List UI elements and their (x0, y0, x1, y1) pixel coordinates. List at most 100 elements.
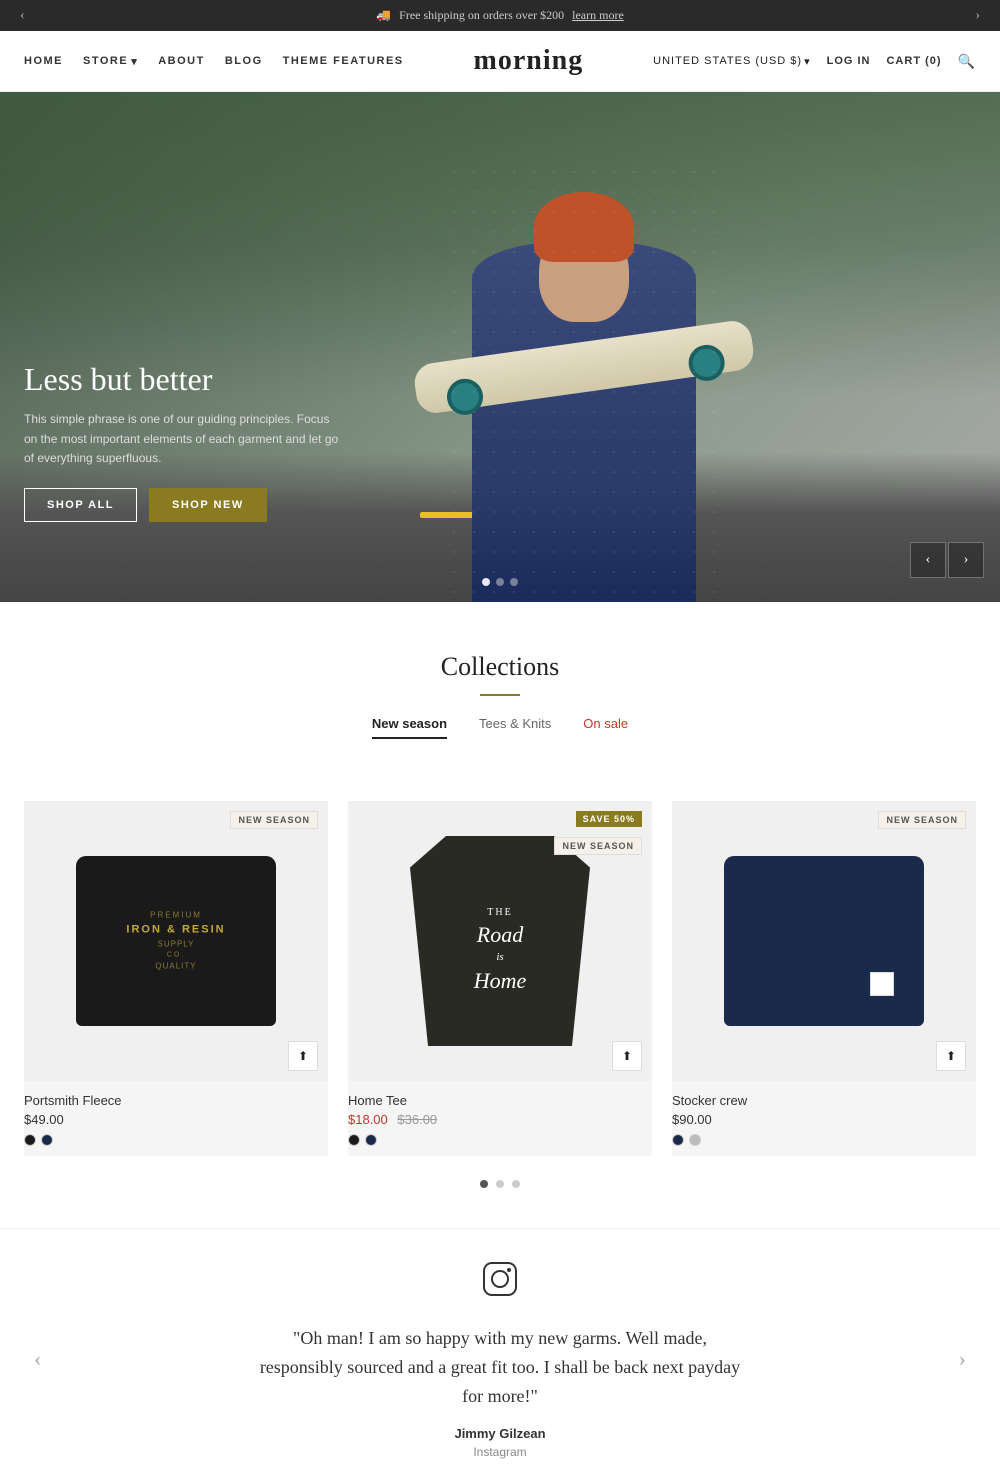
color-swatches-stocker (672, 1134, 976, 1146)
product-card-portsmith: PREMIUM IRON & RESIN SUPPLY CO. QUALITY … (24, 801, 328, 1156)
hero-dot-1[interactable] (482, 578, 490, 586)
hero-dot-3[interactable] (510, 578, 518, 586)
tee-image-dark: THE Road is Home (410, 836, 590, 1046)
instagram-icon-wrap (84, 1259, 916, 1304)
nav-left: HOME STORE ▾ ABOUT BLOG THEME FEATURES (24, 55, 404, 68)
product-price-home-tee: $18.00 $36.00 (348, 1112, 652, 1127)
badge-new-season-portsmith: NEW SEASON (230, 811, 318, 829)
hero-title: Less but better (24, 360, 344, 398)
announcement-prev-arrow[interactable]: ‹ (20, 8, 25, 24)
hero-pagination-dots (482, 578, 518, 586)
collections-title: Collections (24, 652, 976, 682)
collections-underline-decoration (480, 694, 520, 696)
nav-link-home[interactable]: HOME (24, 55, 63, 67)
sale-price-home-tee: $18.00 (348, 1112, 388, 1127)
product-card-home-tee: THE Road is Home SAVE 50% NEW SEASON ⬆ H… (348, 801, 652, 1156)
search-icon[interactable]: 🔍 (958, 53, 976, 70)
announcement-link[interactable]: learn more (572, 8, 624, 23)
announcement-next-arrow[interactable]: › (975, 8, 980, 24)
share-button-home-tee[interactable]: ⬆ (612, 1041, 642, 1071)
country-selector[interactable]: UNITED STATES (USD $) ▾ (653, 55, 810, 68)
testimonial-next-arrow[interactable]: › (959, 1346, 966, 1372)
product-name-portsmith: Portsmith Fleece (24, 1093, 328, 1108)
swatch-black-tee[interactable] (348, 1134, 360, 1146)
hero-dot-2[interactable] (496, 578, 504, 586)
instagram-section: ‹ "Oh man! I am so happy with my new gar… (0, 1228, 1000, 1479)
brand-logo[interactable]: morning (474, 45, 584, 77)
share-icon-tee: ⬆ (622, 1049, 632, 1064)
shop-new-button[interactable]: SHOP NEW (149, 488, 267, 522)
tab-new-season[interactable]: New season (372, 716, 447, 739)
products-grid: PREMIUM IRON & RESIN SUPPLY CO. QUALITY … (0, 801, 1000, 1156)
testimonial-content: "Oh man! I am so happy with my new garms… (24, 1259, 976, 1459)
pagination-dot-3[interactable] (512, 1180, 520, 1188)
testimonial-author: Jimmy Gilzean (84, 1426, 916, 1441)
sweater-image-navy (724, 856, 924, 1026)
product-image-portsmith[interactable]: PREMIUM IRON & RESIN SUPPLY CO. QUALITY … (24, 801, 328, 1081)
instagram-handle: Instagram (84, 1445, 916, 1459)
shop-all-button[interactable]: SHOP ALL (24, 488, 137, 522)
hero-next-arrow[interactable]: › (948, 542, 984, 578)
product-info-stocker: Stocker crew $90.00 (672, 1081, 976, 1156)
badge-save-home-tee: SAVE 50% (576, 811, 642, 827)
hero-description: This simple phrase is one of our guiding… (24, 410, 344, 468)
login-link[interactable]: LOG IN (827, 55, 871, 67)
instagram-icon (480, 1259, 520, 1299)
nav-link-blog[interactable]: BLOG (225, 55, 263, 67)
sweater-image-black: PREMIUM IRON & RESIN SUPPLY CO. QUALITY (76, 856, 276, 1026)
share-icon: ⬆ (298, 1049, 308, 1064)
hero-prev-arrow[interactable]: ‹ (910, 542, 946, 578)
hero-buttons: SHOP ALL SHOP NEW (24, 488, 344, 522)
hero-person-figure (444, 162, 724, 602)
swatch-grey-stocker[interactable] (689, 1134, 701, 1146)
share-icon-stocker: ⬆ (946, 1049, 956, 1064)
badge-new-season-home-tee: NEW SEASON (554, 837, 642, 855)
swatch-black[interactable] (24, 1134, 36, 1146)
testimonial-prev-arrow[interactable]: ‹ (34, 1346, 41, 1372)
nav-link-about[interactable]: ABOUT (158, 55, 205, 67)
chevron-down-icon: ▾ (131, 55, 138, 68)
collections-section: Collections New season Tees & Knits On s… (0, 602, 1000, 801)
tee-graphic-text: THE Road is Home (474, 906, 527, 997)
testimonial-quote: "Oh man! I am so happy with my new garms… (250, 1324, 750, 1410)
share-button-portsmith[interactable]: ⬆ (288, 1041, 318, 1071)
hero-section: Less but better This simple phrase is on… (0, 92, 1000, 602)
announcement-bar: ‹ 🚚 Free shipping on orders over $200 le… (0, 0, 1000, 31)
product-image-home-tee[interactable]: THE Road is Home SAVE 50% NEW SEASON ⬆ (348, 801, 652, 1081)
tab-on-sale[interactable]: On sale (583, 716, 628, 739)
nav-link-theme[interactable]: THEME FEATURES (283, 55, 404, 67)
chevron-down-icon-country: ▾ (804, 55, 811, 68)
swatch-navy-stocker[interactable] (672, 1134, 684, 1146)
product-card-stocker: NEW SEASON ⬆ Stocker crew $90.00 (672, 801, 976, 1156)
products-pagination (0, 1156, 1000, 1228)
share-button-stocker[interactable]: ⬆ (936, 1041, 966, 1071)
nav-link-store[interactable]: STORE ▾ (83, 55, 138, 68)
product-name-home-tee: Home Tee (348, 1093, 652, 1108)
announcement-icon: 🚚 (376, 8, 391, 23)
tab-tees-knits[interactable]: Tees & Knits (479, 716, 551, 739)
product-info-home-tee: Home Tee $18.00 $36.00 (348, 1081, 652, 1156)
testimonial-wrapper: ‹ "Oh man! I am so happy with my new gar… (24, 1259, 976, 1459)
product-info-portsmith: Portsmith Fleece $49.00 (24, 1081, 328, 1156)
swatch-navy[interactable] (41, 1134, 53, 1146)
pagination-dot-2[interactable] (496, 1180, 504, 1188)
product-name-stocker: Stocker crew (672, 1093, 976, 1108)
color-swatches-home-tee (348, 1134, 652, 1146)
original-price-home-tee: $36.00 (397, 1112, 437, 1127)
announcement-text: Free shipping on orders over $200 (399, 8, 564, 23)
nav-right: UNITED STATES (USD $) ▾ LOG IN CART (0) … (653, 53, 976, 70)
color-swatches-portsmith (24, 1134, 328, 1146)
badge-new-season-stocker: NEW SEASON (878, 811, 966, 829)
pagination-dot-1[interactable] (480, 1180, 488, 1188)
product-price-stocker: $90.00 (672, 1112, 976, 1127)
sweater-logo: PREMIUM IRON & RESIN SUPPLY CO. QUALITY (126, 910, 225, 973)
product-price-portsmith: $49.00 (24, 1112, 328, 1127)
navigation: HOME STORE ▾ ABOUT BLOG THEME FEATURES m… (0, 31, 1000, 92)
collections-tabs: New season Tees & Knits On sale (24, 716, 976, 739)
swatch-navy-tee[interactable] (365, 1134, 377, 1146)
product-image-stocker[interactable]: NEW SEASON ⬆ (672, 801, 976, 1081)
hero-content: Less but better This simple phrase is on… (24, 360, 344, 522)
snow-overlay (444, 162, 724, 602)
cart-link[interactable]: CART (0) (886, 55, 941, 67)
sweater-patch (870, 972, 894, 996)
